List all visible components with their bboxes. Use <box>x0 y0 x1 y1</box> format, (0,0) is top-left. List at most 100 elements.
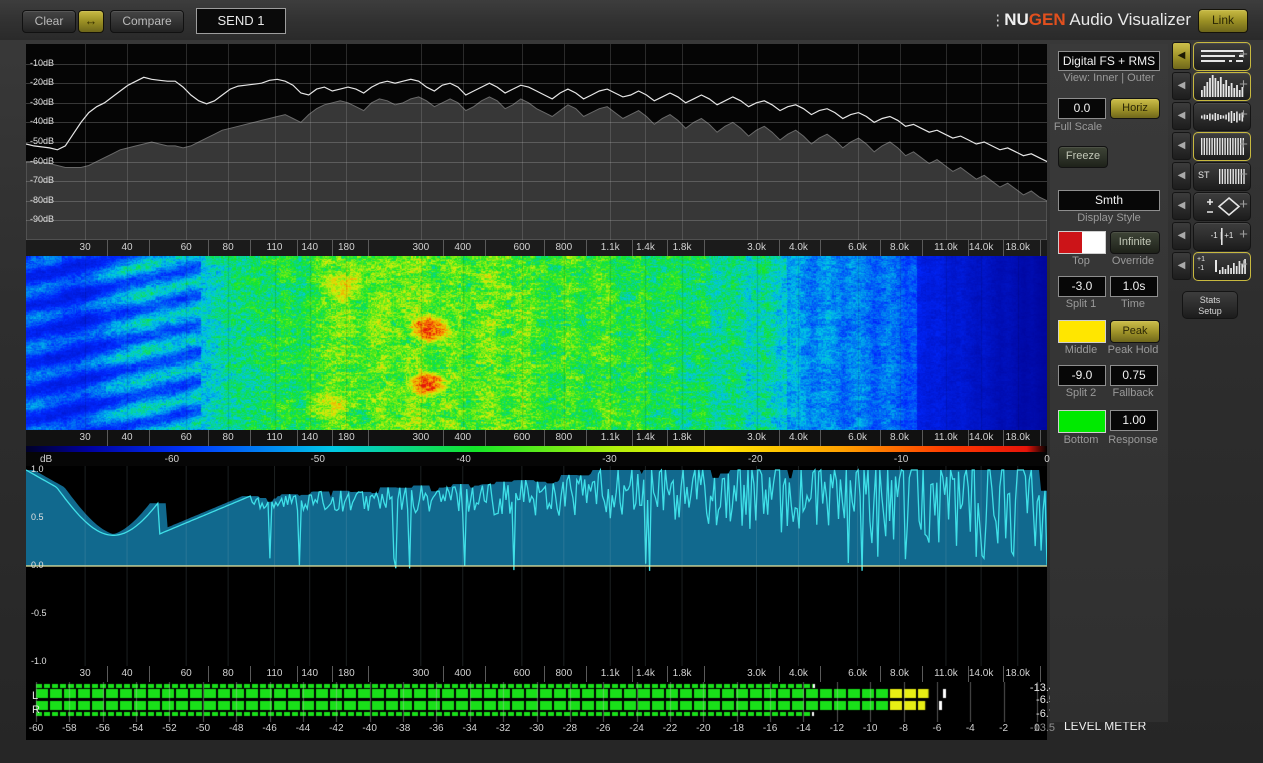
db-axis-label: -20 <box>748 454 762 465</box>
meter-scale-label: -60 <box>29 723 43 734</box>
override-button[interactable]: Infinite <box>1110 231 1160 254</box>
freq-tick <box>820 240 821 256</box>
time-field[interactable]: 1.0s <box>1110 276 1158 297</box>
menu-dots-icon[interactable]: ⋮ <box>990 12 1004 29</box>
spectrum-gridline <box>26 122 1047 123</box>
rail-add-button-correlation[interactable]: + <box>1236 228 1251 243</box>
freq-tick-label: 60 <box>181 668 192 679</box>
freq-tick-label: 8.0k <box>890 668 909 679</box>
freq-tick <box>1003 240 1004 256</box>
middle-caption: Middle <box>1053 344 1109 356</box>
freq-tick <box>107 240 108 256</box>
meter-scale-label: -58 <box>62 723 76 734</box>
freq-tick <box>149 240 150 256</box>
bottom-color-swatch[interactable] <box>1058 410 1106 433</box>
full-scale-field[interactable]: 0.0 <box>1058 98 1106 119</box>
meter-scale-label: -16 <box>763 723 777 734</box>
rail-expand-arrow-correlation[interactable]: ◀ <box>1172 222 1191 250</box>
top-caption: Top <box>1053 255 1109 267</box>
freq-tick-label: 800 <box>555 242 572 253</box>
rail-expand-arrow-spectrum-bars[interactable]: ◀ <box>1172 72 1191 100</box>
freeze-button[interactable]: Freeze <box>1058 146 1108 168</box>
db-axis-label: -40 <box>456 454 470 465</box>
response-field[interactable]: 1.00 <box>1110 410 1158 431</box>
rail-expand-arrow-spectrogram[interactable]: ◀ <box>1172 102 1191 130</box>
compare-button[interactable]: Compare <box>110 10 184 33</box>
meter-scale-label: -18 <box>729 723 743 734</box>
split2-field[interactable]: -9.0 <box>1058 365 1106 386</box>
view-label: View: Inner | Outer <box>1050 72 1168 84</box>
middle-color-swatch[interactable] <box>1058 320 1106 343</box>
rail-add-button-stereo-comb[interactable]: + <box>1236 168 1251 183</box>
spectrum-vgrid <box>85 44 86 240</box>
freq-tick-label: 600 <box>514 432 531 443</box>
spectrum-vgrid <box>421 44 422 240</box>
freq-tick <box>1040 430 1041 446</box>
freq-tick-label: 3.0k <box>747 432 766 443</box>
freq-tick <box>107 430 108 446</box>
swap-arrows-icon[interactable]: ↔ <box>78 10 104 33</box>
top-color-swatch[interactable] <box>1058 231 1106 254</box>
freq-tick <box>250 430 251 446</box>
freq-tick <box>208 666 209 682</box>
rail-add-button-spectrum-bars[interactable]: + <box>1236 78 1251 93</box>
spectrogram-display[interactable] <box>26 256 1047 430</box>
freq-tick-label: 18.0k <box>1006 242 1030 253</box>
freq-tick-label: 80 <box>223 432 234 443</box>
freq-tick-label: 3.0k <box>747 668 766 679</box>
spectrum-vgrid <box>610 44 611 240</box>
freq-tick-label: 11.0k <box>934 242 958 253</box>
peak-hold-button[interactable]: Peak <box>1110 320 1160 343</box>
freq-tick-label: 110 <box>267 432 283 443</box>
correlation-graph[interactable]: 1.00.50.0-0.5-1.0 <box>26 466 1047 666</box>
rail-expand-arrow-level-meter[interactable]: ◀ <box>1172 252 1191 280</box>
control-panel: Digital FS + RMS View: Inner | Outer 0.0… <box>1050 44 1168 722</box>
spectrum-vgrid <box>522 44 523 240</box>
meter-scale-label: -6 <box>932 723 941 734</box>
rail-add-button-level-meter[interactable]: + <box>1236 258 1251 273</box>
rail-expand-arrow-waveform-lines[interactable]: ◀ <box>1172 42 1191 70</box>
db-axis-label: -50 <box>310 454 324 465</box>
spectrum-vgrid <box>1018 44 1019 240</box>
brand-gen: GEN <box>1029 10 1066 29</box>
spectrogram-canvas <box>26 256 1047 430</box>
clear-button[interactable]: Clear <box>22 10 76 33</box>
level-meter-bars[interactable]: L R <box>26 682 1047 722</box>
freq-tick <box>779 240 780 256</box>
rail-add-button-comb[interactable]: + <box>1236 138 1251 153</box>
correlation-y-label: 1.0 <box>31 464 44 474</box>
rail-add-button-spectrogram[interactable]: + <box>1236 108 1251 123</box>
db-axis-label: 0 <box>1044 454 1050 465</box>
freq-tick-label: 400 <box>454 668 471 679</box>
horiz-button[interactable]: Horiz <box>1110 98 1160 119</box>
freq-tick-label: 30 <box>80 432 91 443</box>
rail-add-button-waveform-lines[interactable]: + <box>1236 48 1251 63</box>
rail-expand-arrow-comb[interactable]: ◀ <box>1172 132 1191 160</box>
spectrum-graph[interactable]: -10dB-20dB-30dB-40dB-50dB-60dB-70dB-80dB… <box>26 44 1047 240</box>
freq-tick <box>1040 666 1041 682</box>
spectrum-vgrid <box>757 44 758 240</box>
spectrum-vgrid <box>946 44 947 240</box>
meter-scale-label: -32 <box>496 723 510 734</box>
display-style-field[interactable]: Smth <box>1058 190 1160 211</box>
spectrum-vgrid <box>981 44 982 240</box>
split1-field[interactable]: -3.0 <box>1058 276 1106 297</box>
rail-expand-arrow-vectorscope[interactable]: ◀ <box>1172 192 1191 220</box>
frequency-axis-middle: 304060801101401803004006008001.1k1.4k1.8… <box>26 430 1047 446</box>
link-button[interactable]: Link <box>1198 9 1248 33</box>
channel-label-right: R <box>32 704 40 716</box>
send-selector[interactable]: SEND 1 <box>196 8 286 34</box>
freq-tick-label: 1.8k <box>673 668 692 679</box>
spectrum-db-label: -80dB <box>30 195 54 205</box>
freq-tick-label: 6.0k <box>848 432 867 443</box>
meter-scale-label: -42 <box>329 723 343 734</box>
freq-tick-label: 18.0k <box>1006 432 1030 443</box>
stats-setup-button[interactable]: Stats Setup <box>1182 291 1238 319</box>
mode-field[interactable]: Digital FS + RMS <box>1058 51 1160 71</box>
freq-tick-label: 11.0k <box>934 668 958 679</box>
meter-scale-label: -48 <box>229 723 243 734</box>
rail-expand-arrow-stereo-comb[interactable]: ◀ <box>1172 162 1191 190</box>
rail-add-button-vectorscope[interactable]: + <box>1236 198 1251 213</box>
full-scale-caption: Full Scale <box>1050 121 1106 133</box>
fallback-field[interactable]: 0.75 <box>1110 365 1158 386</box>
